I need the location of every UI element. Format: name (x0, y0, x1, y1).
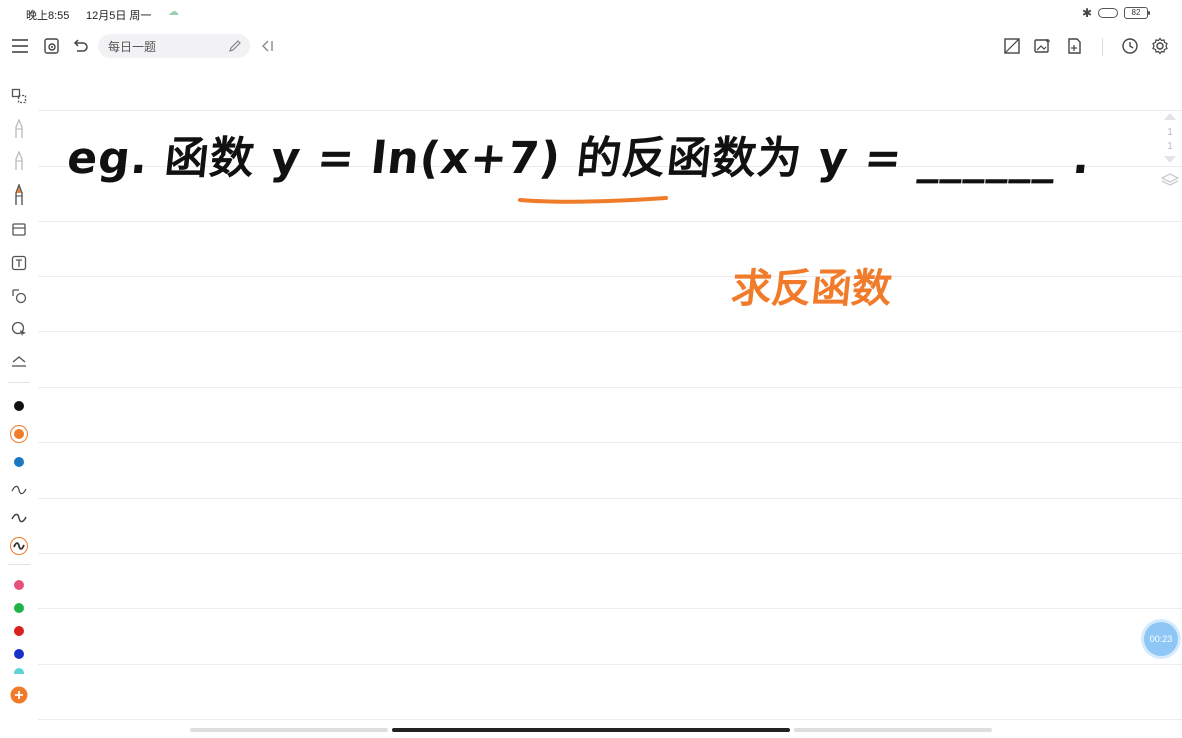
page-up-icon[interactable] (1160, 110, 1180, 126)
color-navy[interactable] (8, 643, 30, 665)
rule-line (38, 110, 1182, 111)
stroke-width-medium-icon[interactable] (8, 507, 30, 529)
color-blue[interactable] (8, 451, 30, 473)
rule-line (38, 276, 1182, 277)
status-right: ✱ 82 (1081, 6, 1150, 20)
undo-icon[interactable] (68, 34, 92, 58)
rule-line (38, 221, 1182, 222)
add-color-button[interactable] (8, 684, 30, 706)
cloud-icon: ☁ (168, 6, 179, 18)
rule-line (38, 387, 1182, 388)
collapse-toolbar-icon[interactable] (256, 34, 280, 58)
stroke-width-thin-icon[interactable] (8, 479, 30, 501)
orange-underline-stroke (518, 196, 668, 204)
lasso-select-icon[interactable] (8, 85, 30, 107)
color-orange-selected[interactable] (8, 423, 30, 445)
rule-line (38, 664, 1182, 665)
note-title-field[interactable]: 每日一题 (98, 34, 250, 58)
color-red[interactable] (8, 620, 30, 642)
rule-line (38, 498, 1182, 499)
layers-icon[interactable] (1160, 172, 1180, 192)
home-indicator[interactable] (392, 728, 790, 732)
page-indicator-left[interactable] (190, 728, 388, 732)
recording-timer-button[interactable]: 00:23 (1144, 622, 1178, 656)
handwritten-problem-text: eg. 函数 y = ln(x+7) 的反函数为 y = ______ . (64, 133, 1094, 184)
insert-image-icon[interactable] (1030, 34, 1054, 58)
status-bar: 晚上8:55 12月5日 周一 ☁ ✱ 82 (0, 0, 1182, 26)
add-page-icon[interactable] (1062, 34, 1086, 58)
rule-line (38, 608, 1182, 609)
pen-tool-icon[interactable] (8, 118, 30, 140)
history-icon[interactable] (1118, 34, 1142, 58)
brush-tool-icon[interactable] (8, 184, 30, 206)
laser-pointer-icon[interactable] (8, 318, 30, 340)
status-time: 晚上8:55 (26, 10, 70, 22)
menu-icon[interactable] (8, 34, 32, 58)
stroke-width-thick-selected-icon[interactable] (8, 535, 30, 557)
collapse-palette-icon[interactable] (8, 350, 30, 372)
page-navigator: 1 1 (1160, 110, 1180, 220)
handwritten-problem: eg. 函数 y = ln(x+7) 的反函数为 y = ______ . (65, 122, 1094, 202)
color-black[interactable] (8, 395, 30, 417)
rule-line (38, 553, 1182, 554)
battery-icon: 82 (1124, 7, 1150, 19)
shape-image-icon[interactable] (8, 285, 30, 307)
color-green[interactable] (8, 597, 30, 619)
page-indicator-right[interactable] (794, 728, 992, 732)
status-date: 12月5日 周一 (86, 10, 152, 22)
page-current: 1 (1167, 127, 1173, 138)
color-cyan[interactable] (8, 666, 30, 674)
eraser-icon[interactable] (8, 218, 30, 240)
handwritten-annotation: 求反函数 (729, 266, 894, 312)
note-title: 每日一题 (108, 39, 157, 54)
note-canvas[interactable]: eg. 函数 y = ln(x+7) 的反函数为 y = ______ . 求反… (38, 66, 1182, 722)
page-down-icon[interactable] (1160, 154, 1180, 172)
page-total: 1 (1167, 141, 1173, 152)
crop-icon[interactable] (1000, 34, 1024, 58)
rule-line (38, 442, 1182, 443)
bottom-scroll-indicators (0, 726, 1182, 734)
text-tool-icon[interactable] (8, 252, 30, 274)
preview-icon[interactable] (40, 34, 64, 58)
palette-divider (8, 382, 30, 383)
color-pink[interactable] (8, 574, 30, 596)
pencil-tool-icon[interactable] (8, 150, 30, 172)
tool-palette (0, 80, 38, 720)
settings-gear-icon[interactable] (1148, 34, 1172, 58)
top-toolbar: 每日一题 (0, 30, 1182, 64)
toolbar-divider (1102, 38, 1103, 56)
bluetooth-icon: ✱ (1081, 6, 1092, 20)
rule-line (38, 331, 1182, 332)
edit-pencil-icon[interactable] (228, 39, 242, 53)
pencil-connected-icon (1098, 8, 1118, 18)
rule-line (38, 719, 1182, 720)
palette-divider-2 (8, 564, 30, 565)
